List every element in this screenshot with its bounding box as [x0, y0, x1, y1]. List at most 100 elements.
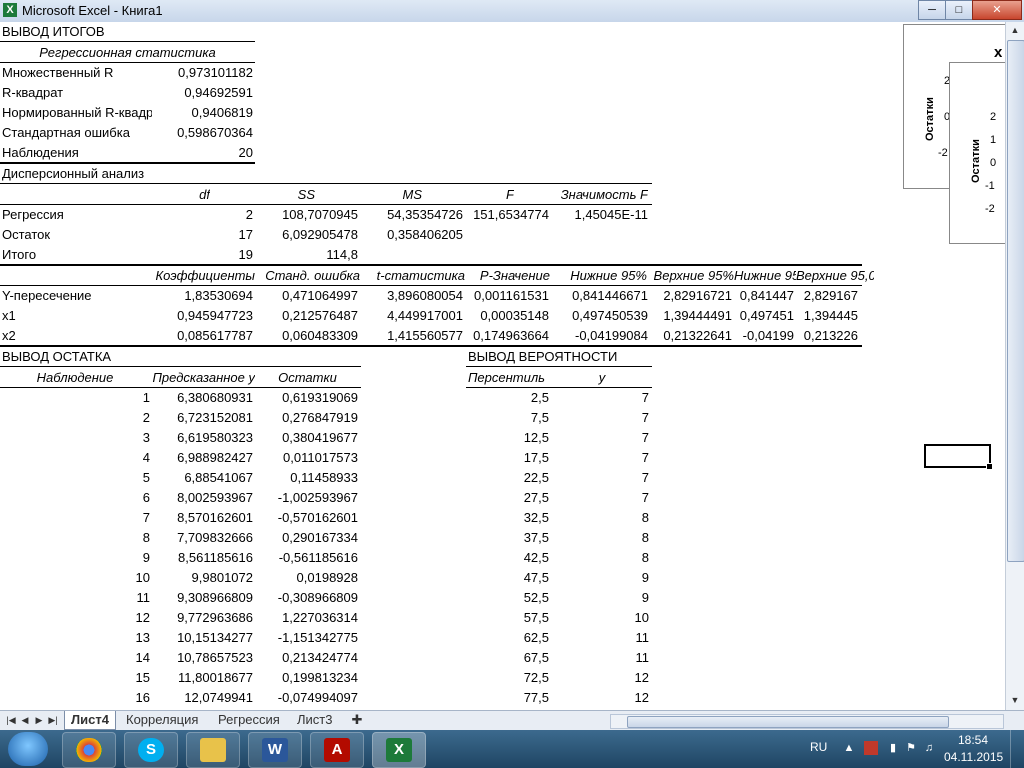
residual-predicted[interactable]: 10,78657523	[150, 648, 253, 668]
probability-y[interactable]: 8	[553, 528, 649, 548]
coef-cell[interactable]: 2,829167	[796, 286, 858, 306]
residual-observation[interactable]: 14	[0, 648, 150, 668]
probability-percentile[interactable]: 12,5	[466, 428, 549, 448]
probability-y[interactable]: 7	[553, 448, 649, 468]
taskbar-explorer-button[interactable]	[186, 732, 240, 768]
stat-label[interactable]: Нормированный R-квадрат	[2, 103, 152, 123]
taskbar-acrobat-button[interactable]: A	[310, 732, 364, 768]
anova-cell[interactable]: 2	[150, 205, 253, 225]
stat-value[interactable]: 0,973101182	[150, 63, 253, 83]
anova-cell[interactable]: 1,45045E-11	[550, 205, 649, 225]
residual-value[interactable]: 0,276847919	[255, 408, 358, 428]
residual-observation[interactable]: 5	[0, 468, 150, 488]
taskbar-skype-button[interactable]: S	[124, 732, 178, 768]
residual-predicted[interactable]: 9,772963686	[150, 608, 253, 628]
probability-percentile[interactable]: 67,5	[466, 648, 549, 668]
scroll-down-arrow-icon[interactable]: ▼	[1006, 692, 1024, 708]
coef-header[interactable]: Верхние 95,0%	[796, 266, 874, 286]
probability-y[interactable]: 11	[553, 628, 650, 648]
coef-cell[interactable]: 1,415560577	[360, 326, 463, 346]
residual-value[interactable]: 0,199813234	[255, 668, 358, 688]
stat-value[interactable]: 0,94692591	[150, 83, 253, 103]
probability-y[interactable]: 11	[553, 648, 650, 668]
coef-cell[interactable]: 0,471064997	[255, 286, 358, 306]
taskbar-word-button[interactable]: W	[248, 732, 302, 768]
residual-value[interactable]: -0,570162601	[255, 508, 358, 528]
worksheet-grid[interactable]: ВЫВОД ИТОГОВ Регрессионная статистика Мн…	[0, 22, 1005, 710]
coef-cell[interactable]: 0,213226	[796, 326, 858, 346]
residual-value[interactable]: -0,308966809	[255, 588, 358, 608]
probability-y[interactable]: 10	[553, 608, 649, 628]
residual-predicted[interactable]: 12,0749941	[150, 688, 253, 708]
coef-header[interactable]: Станд. ошибка	[255, 266, 360, 286]
probability-y[interactable]: 12	[553, 668, 649, 688]
coef-header[interactable]: t-статистика	[360, 266, 465, 286]
anova-title[interactable]: Дисперсионный анализ	[2, 164, 144, 184]
residual-observation[interactable]: 15	[0, 668, 150, 688]
anova-header-sig[interactable]: Значимость F	[550, 185, 648, 205]
summary-title[interactable]: ВЫВОД ИТОГОВ	[2, 22, 105, 42]
coef-cell[interactable]: 0,060483309	[255, 326, 358, 346]
residual-predicted[interactable]: 6,88541067	[150, 468, 253, 488]
anova-header-df[interactable]: df	[150, 185, 210, 205]
coef-cell[interactable]: 1,83530694	[150, 286, 253, 306]
coef-header[interactable]: Верхние 95%	[652, 266, 734, 286]
residual-observation[interactable]: 2	[0, 408, 150, 428]
clock-date[interactable]: 04.11.2015	[944, 750, 1003, 764]
anova-cell[interactable]: 114,8	[255, 245, 358, 265]
anova-row-label[interactable]: Регрессия	[2, 205, 64, 225]
probability-percentile[interactable]: 47,5	[466, 568, 549, 588]
anova-row-label[interactable]: Остаток	[2, 225, 50, 245]
probability-header[interactable]: Персентиль	[468, 368, 553, 388]
first-sheet-icon[interactable]: |◀	[4, 713, 18, 727]
stat-value[interactable]: 0,9406819	[150, 103, 253, 123]
stat-label[interactable]: Множественный R	[2, 63, 152, 83]
probability-percentile[interactable]: 22,5	[466, 468, 549, 488]
residual-observation[interactable]: 11	[0, 588, 151, 608]
residual-predicted[interactable]: 7,709832666	[150, 528, 253, 548]
probability-header[interactable]: y	[553, 368, 651, 388]
residual-observation[interactable]: 3	[0, 428, 150, 448]
anova-cell[interactable]: 6,092905478	[255, 225, 358, 245]
horizontal-scrollbar[interactable]	[610, 714, 1004, 729]
coef-cell[interactable]: 0,085617787	[150, 326, 253, 346]
probability-percentile[interactable]: 52,5	[466, 588, 549, 608]
volume-icon[interactable]: ♫	[922, 741, 936, 755]
coef-cell[interactable]: 0,00035148	[465, 306, 549, 326]
residual-observation[interactable]: 9	[0, 548, 150, 568]
probability-y[interactable]: 8	[553, 508, 649, 528]
probability-percentile[interactable]: 77,5	[466, 688, 549, 708]
probability-percentile[interactable]: 72,5	[466, 668, 549, 688]
coef-cell[interactable]: 1,39444491	[652, 306, 732, 326]
residual-value[interactable]: -0,561185616	[255, 548, 358, 568]
residual-observation[interactable]: 8	[0, 528, 150, 548]
scroll-up-arrow-icon[interactable]: ▲	[1006, 22, 1024, 38]
coef-cell[interactable]: 4,449917001	[360, 306, 463, 326]
stat-value[interactable]: 0,598670364	[150, 123, 253, 143]
tab-list3[interactable]: Лист3	[291, 711, 338, 729]
probability-percentile[interactable]: 37,5	[466, 528, 549, 548]
coef-cell[interactable]: 0,174963664	[465, 326, 549, 346]
insert-sheet-icon[interactable]: ✚	[348, 711, 366, 729]
residual-observation[interactable]: 10	[0, 568, 150, 588]
coef-cell[interactable]: 0,945947723	[150, 306, 253, 326]
probability-y[interactable]: 7	[553, 408, 649, 428]
residual-predicted[interactable]: 8,570162601	[150, 508, 253, 528]
anova-header-f[interactable]: F	[465, 185, 514, 205]
residual-observation[interactable]: 7	[0, 508, 150, 528]
residual-value[interactable]: 0,290167334	[255, 528, 358, 548]
coef-cell[interactable]: 0,497451	[734, 306, 794, 326]
maximize-button[interactable]: □	[945, 0, 973, 20]
stat-label[interactable]: Стандартная ошибка	[2, 123, 152, 143]
tray-app-icon[interactable]	[864, 741, 878, 755]
probability-y[interactable]: 7	[553, 468, 649, 488]
probability-y[interactable]: 8	[553, 548, 649, 568]
probability-percentile[interactable]: 42,5	[466, 548, 549, 568]
probability-percentile[interactable]: 27,5	[466, 488, 549, 508]
residuals-header[interactable]: Остатки	[255, 368, 360, 388]
residual-value[interactable]: -1,151342775	[255, 628, 358, 648]
probability-percentile[interactable]: 7,5	[466, 408, 549, 428]
residual-observation[interactable]: 13	[0, 628, 150, 648]
residual-predicted[interactable]: 11,80018677	[150, 668, 253, 688]
vertical-scrollbar[interactable]: ▲ ▼	[1005, 22, 1024, 710]
